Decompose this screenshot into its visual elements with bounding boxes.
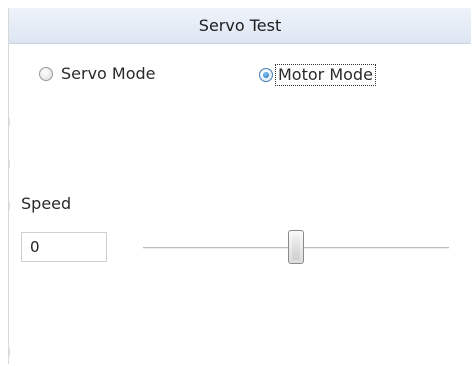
motor-mode-radio[interactable]: Motor Mode <box>259 64 376 86</box>
motor-mode-label[interactable]: Motor Mode <box>275 64 376 86</box>
speed-slider[interactable] <box>143 230 449 266</box>
servo-mode-radio[interactable]: Servo Mode <box>39 64 158 84</box>
panel-header: Servo Test <box>9 8 471 44</box>
panel-edge-mark <box>9 348 10 356</box>
panel-title: Servo Test <box>198 16 282 35</box>
slider-thumb[interactable] <box>288 230 304 264</box>
radio-unchecked-icon[interactable] <box>39 67 53 81</box>
radio-checked-icon[interactable] <box>259 68 273 82</box>
speed-label: Speed <box>21 194 72 213</box>
panel-edge-mark <box>9 160 10 168</box>
servo-test-panel: Servo Test Servo Mode Motor Mode Speed <box>8 8 471 364</box>
servo-mode-label[interactable]: Servo Mode <box>59 64 158 84</box>
panel-edge-mark <box>9 202 10 210</box>
panel-edge-mark <box>9 118 10 126</box>
speed-input[interactable] <box>21 232 107 262</box>
